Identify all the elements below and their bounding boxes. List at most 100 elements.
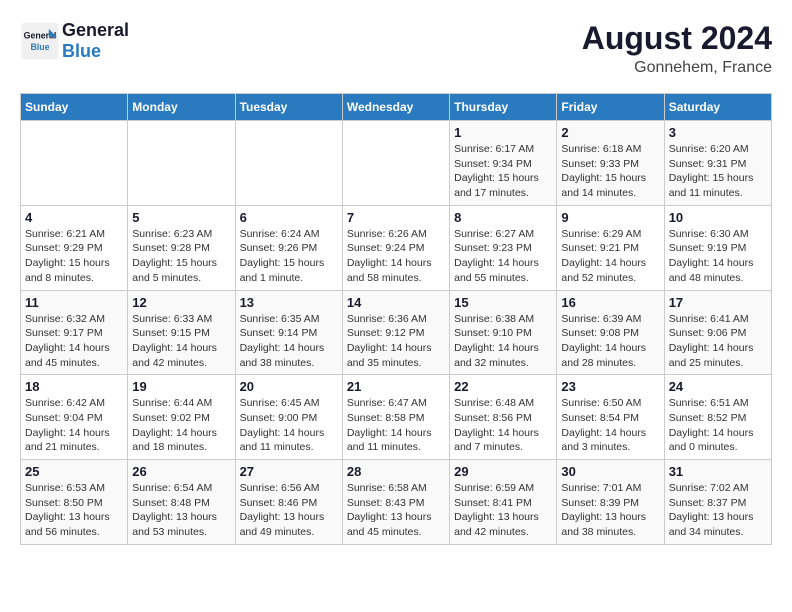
calendar-day-cell — [235, 121, 342, 206]
calendar-day-cell: 7 Sunrise: 6:26 AM Sunset: 9:24 PM Daylig… — [342, 205, 449, 290]
calendar-day-cell: 23Sunrise: 6:50 AM Sunset: 8:54 PM Dayli… — [557, 375, 664, 460]
calendar-week-3: 11Sunrise: 6:32 AM Sunset: 9:17 PM Dayli… — [21, 290, 772, 375]
calendar-day-cell — [21, 121, 128, 206]
calendar-day-cell: 28 Sunrise: 6:58 AM Sunset: 8:43 PM Dayli… — [342, 460, 449, 545]
calendar-day-cell: 4 Sunrise: 6:21 AM Sunset: 9:29 PM Daylig… — [21, 205, 128, 290]
day-number: 11 — [25, 295, 123, 310]
calendar-day-cell: 12 Sunrise: 6:33 AM Sunset: 9:15 PM Dayli… — [128, 290, 235, 375]
weekday-header-wednesday: Wednesday — [342, 94, 449, 121]
day-info: Sunrise: 6:24 AM Sunset: 9:26 PM Dayligh… — [240, 227, 338, 286]
day-number: 21 — [347, 379, 445, 394]
calendar-day-cell: 5Sunrise: 6:23 AM Sunset: 9:28 PM Daylig… — [128, 205, 235, 290]
day-number: 18 — [25, 379, 123, 394]
day-number: 22 — [454, 379, 552, 394]
calendar-day-cell: 1 Sunrise: 6:17 AM Sunset: 9:34 PM Daylig… — [450, 121, 557, 206]
calendar-day-cell: 17 Sunrise: 6:41 AM Sunset: 9:06 PM Dayli… — [664, 290, 771, 375]
day-info: Sunrise: 6:20 AM Sunset: 9:31 PM Dayligh… — [669, 142, 767, 201]
calendar-day-cell: 30 Sunrise: 7:01 AM Sunset: 8:39 PM Dayli… — [557, 460, 664, 545]
calendar-day-cell: 18Sunrise: 6:42 AM Sunset: 9:04 PM Dayli… — [21, 375, 128, 460]
day-number: 12 — [132, 295, 230, 310]
calendar-day-cell: 2 Sunrise: 6:18 AM Sunset: 9:33 PM Daylig… — [557, 121, 664, 206]
calendar-day-cell — [342, 121, 449, 206]
calendar-day-cell: 22 Sunrise: 6:48 AM Sunset: 8:56 PM Dayli… — [450, 375, 557, 460]
day-number: 15 — [454, 295, 552, 310]
day-number: 6 — [240, 210, 338, 225]
calendar-day-cell: 6 Sunrise: 6:24 AM Sunset: 9:26 PM Daylig… — [235, 205, 342, 290]
page-header: General Blue General Blue August 2024 Go… — [20, 20, 772, 77]
day-number: 8 — [454, 210, 552, 225]
calendar-week-1: 1 Sunrise: 6:17 AM Sunset: 9:34 PM Daylig… — [21, 121, 772, 206]
day-info: Sunrise: 6:44 AM Sunset: 9:02 PM Dayligh… — [132, 396, 230, 455]
logo-general: General — [62, 20, 129, 41]
day-number: 1 — [454, 125, 552, 140]
weekday-header-thursday: Thursday — [450, 94, 557, 121]
calendar-day-cell: 24 Sunrise: 6:51 AM Sunset: 8:52 PM Dayli… — [664, 375, 771, 460]
day-info: Sunrise: 6:21 AM Sunset: 9:29 PM Dayligh… — [25, 227, 123, 286]
day-info: Sunrise: 6:50 AM Sunset: 8:54 PM Dayligh… — [561, 396, 659, 455]
svg-text:Blue: Blue — [30, 42, 49, 52]
day-info: Sunrise: 6:23 AM Sunset: 9:28 PM Dayligh… — [132, 227, 230, 286]
day-info: Sunrise: 6:30 AM Sunset: 9:19 PM Dayligh… — [669, 227, 767, 286]
calendar-day-cell: 27 Sunrise: 6:56 AM Sunset: 8:46 PM Dayli… — [235, 460, 342, 545]
day-info: Sunrise: 6:59 AM Sunset: 8:41 PM Dayligh… — [454, 481, 552, 540]
calendar-day-cell: 25Sunrise: 6:53 AM Sunset: 8:50 PM Dayli… — [21, 460, 128, 545]
day-number: 30 — [561, 464, 659, 479]
day-number: 24 — [669, 379, 767, 394]
day-info: Sunrise: 6:29 AM Sunset: 9:21 PM Dayligh… — [561, 227, 659, 286]
calendar-day-cell: 11Sunrise: 6:32 AM Sunset: 9:17 PM Dayli… — [21, 290, 128, 375]
weekday-header-friday: Friday — [557, 94, 664, 121]
day-number: 25 — [25, 464, 123, 479]
calendar-week-5: 25Sunrise: 6:53 AM Sunset: 8:50 PM Dayli… — [21, 460, 772, 545]
day-info: Sunrise: 6:27 AM Sunset: 9:23 PM Dayligh… — [454, 227, 552, 286]
calendar-table: SundayMondayTuesdayWednesdayThursdayFrid… — [20, 93, 772, 545]
day-number: 16 — [561, 295, 659, 310]
day-number: 4 — [25, 210, 123, 225]
day-info: Sunrise: 6:36 AM Sunset: 9:12 PM Dayligh… — [347, 312, 445, 371]
day-number: 27 — [240, 464, 338, 479]
day-info: Sunrise: 6:17 AM Sunset: 9:34 PM Dayligh… — [454, 142, 552, 201]
day-number: 19 — [132, 379, 230, 394]
day-number: 17 — [669, 295, 767, 310]
day-number: 7 — [347, 210, 445, 225]
day-number: 29 — [454, 464, 552, 479]
day-number: 3 — [669, 125, 767, 140]
day-number: 14 — [347, 295, 445, 310]
day-number: 28 — [347, 464, 445, 479]
location: Gonnehem, France — [582, 59, 772, 77]
month-year: August 2024 — [582, 20, 772, 57]
weekday-header-row: SundayMondayTuesdayWednesdayThursdayFrid… — [21, 94, 772, 121]
calendar-day-cell: 15 Sunrise: 6:38 AM Sunset: 9:10 PM Dayli… — [450, 290, 557, 375]
calendar-day-cell: 14 Sunrise: 6:36 AM Sunset: 9:12 PM Dayli… — [342, 290, 449, 375]
day-info: Sunrise: 6:58 AM Sunset: 8:43 PM Dayligh… — [347, 481, 445, 540]
calendar-day-cell: 3 Sunrise: 6:20 AM Sunset: 9:31 PM Daylig… — [664, 121, 771, 206]
weekday-header-saturday: Saturday — [664, 94, 771, 121]
day-info: Sunrise: 6:18 AM Sunset: 9:33 PM Dayligh… — [561, 142, 659, 201]
logo-icon: General Blue — [20, 21, 60, 61]
day-info: Sunrise: 6:39 AM Sunset: 9:08 PM Dayligh… — [561, 312, 659, 371]
calendar-day-cell: 9Sunrise: 6:29 AM Sunset: 9:21 PM Daylig… — [557, 205, 664, 290]
day-number: 2 — [561, 125, 659, 140]
day-info: Sunrise: 6:54 AM Sunset: 8:48 PM Dayligh… — [132, 481, 230, 540]
weekday-header-tuesday: Tuesday — [235, 94, 342, 121]
day-info: Sunrise: 6:56 AM Sunset: 8:46 PM Dayligh… — [240, 481, 338, 540]
calendar-week-2: 4 Sunrise: 6:21 AM Sunset: 9:29 PM Daylig… — [21, 205, 772, 290]
day-number: 13 — [240, 295, 338, 310]
calendar-day-cell — [128, 121, 235, 206]
day-info: Sunrise: 6:41 AM Sunset: 9:06 PM Dayligh… — [669, 312, 767, 371]
day-number: 10 — [669, 210, 767, 225]
day-info: Sunrise: 6:26 AM Sunset: 9:24 PM Dayligh… — [347, 227, 445, 286]
day-info: Sunrise: 6:38 AM Sunset: 9:10 PM Dayligh… — [454, 312, 552, 371]
day-info: Sunrise: 6:47 AM Sunset: 8:58 PM Dayligh… — [347, 396, 445, 455]
day-info: Sunrise: 6:33 AM Sunset: 9:15 PM Dayligh… — [132, 312, 230, 371]
day-info: Sunrise: 6:45 AM Sunset: 9:00 PM Dayligh… — [240, 396, 338, 455]
weekday-header-sunday: Sunday — [21, 94, 128, 121]
day-number: 20 — [240, 379, 338, 394]
calendar-day-cell: 26Sunrise: 6:54 AM Sunset: 8:48 PM Dayli… — [128, 460, 235, 545]
calendar-day-cell: 8 Sunrise: 6:27 AM Sunset: 9:23 PM Daylig… — [450, 205, 557, 290]
day-info: Sunrise: 6:51 AM Sunset: 8:52 PM Dayligh… — [669, 396, 767, 455]
calendar-day-cell: 10 Sunrise: 6:30 AM Sunset: 9:19 PM Dayli… — [664, 205, 771, 290]
day-info: Sunrise: 6:48 AM Sunset: 8:56 PM Dayligh… — [454, 396, 552, 455]
logo-blue: Blue — [62, 41, 129, 62]
logo: General Blue General Blue — [20, 20, 129, 62]
day-info: Sunrise: 7:01 AM Sunset: 8:39 PM Dayligh… — [561, 481, 659, 540]
